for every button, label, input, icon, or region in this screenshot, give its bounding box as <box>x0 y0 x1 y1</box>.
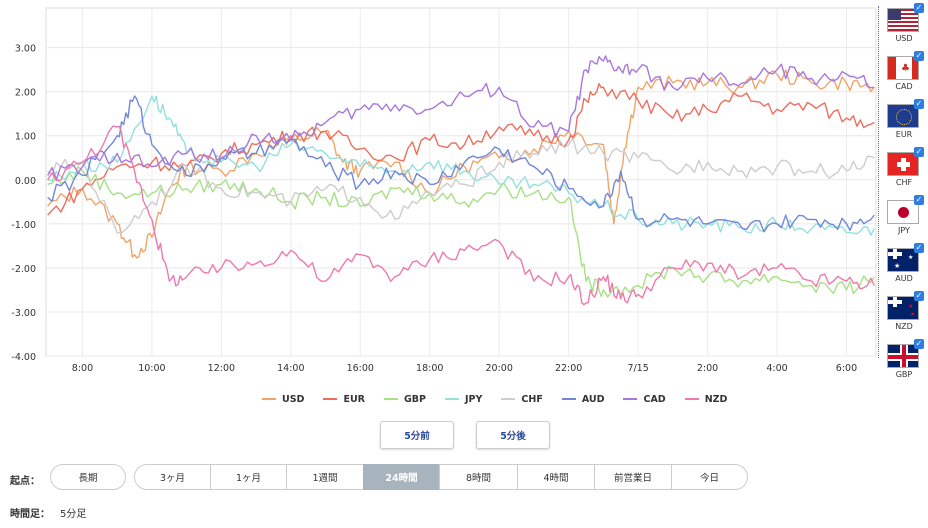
check-icon: ✓ <box>914 291 924 301</box>
check-icon: ✓ <box>914 243 924 253</box>
currency-label: CHF <box>895 178 913 187</box>
legend-label: CHF <box>521 393 543 405</box>
currency-toggle-gbp[interactable]: ✓ GBP <box>887 339 924 379</box>
x-tick-label: 22:00 <box>555 363 582 374</box>
check-icon: ✓ <box>914 51 924 61</box>
y-tick-label: 0.00 <box>15 176 36 187</box>
legend-swatch <box>623 398 638 400</box>
period-button-1w[interactable]: 1週間 <box>286 464 364 490</box>
legend-item-cad[interactable]: CAD <box>623 392 666 406</box>
legend-label: AUD <box>581 393 605 405</box>
currency-label: GBP <box>895 370 913 379</box>
currency-label: JPY <box>898 226 910 235</box>
period-button-8h[interactable]: 8時間 <box>439 464 518 490</box>
prev-5min-button[interactable]: 5分前 <box>380 421 454 449</box>
legend-item-gbp[interactable]: GBP <box>383 392 426 406</box>
legend-label: EUR <box>343 393 365 405</box>
x-tick-label: 20:00 <box>486 363 513 374</box>
currency-label: CAD <box>895 82 913 91</box>
check-icon: ✓ <box>914 195 924 205</box>
currency-toggle-aud[interactable]: ★ ★ ✓ AUD <box>887 243 924 283</box>
legend-item-eur[interactable]: EUR <box>323 392 365 406</box>
check-icon: ✓ <box>914 99 924 109</box>
legend-label: USD <box>282 393 305 405</box>
period-button-4h[interactable]: 4時間 <box>517 464 595 490</box>
legend-item-chf[interactable]: CHF <box>501 392 543 406</box>
y-tick-label: -2.00 <box>11 264 36 275</box>
legend-swatch <box>445 398 459 400</box>
legend-label: CAD <box>643 393 666 405</box>
y-tick-label: 1.00 <box>15 132 36 143</box>
currency-toggle-nzd[interactable]: ★ ★ ✓ NZD <box>887 291 924 331</box>
legend-item-nzd[interactable]: NZD <box>684 392 728 406</box>
period-button-today[interactable]: 今日 <box>671 464 748 490</box>
y-tick-label: -4.00 <box>11 352 36 363</box>
check-icon: ✓ <box>914 147 924 157</box>
x-tick-label: 8:00 <box>72 363 93 374</box>
legend-swatch <box>684 398 699 400</box>
series-line-chf <box>47 137 875 234</box>
x-tick-label: 2:00 <box>697 363 718 374</box>
period-button-1m[interactable]: 1ヶ月 <box>210 464 287 490</box>
y-tick-label: -1.00 <box>11 220 36 231</box>
x-tick-label: 6:00 <box>836 363 857 374</box>
legend-swatch <box>561 398 576 400</box>
legend-swatch <box>323 398 338 400</box>
legend-item-usd[interactable]: USD <box>262 392 304 406</box>
currency-toggle-jpy[interactable]: ✓ JPY <box>887 195 924 235</box>
chart-legend: USD EUR GBP JPY CHF AUD CAD NZD <box>262 392 746 406</box>
legend-label: GBP <box>403 393 426 405</box>
next-5min-button[interactable]: 5分後 <box>476 421 550 449</box>
currency-label: NZD <box>895 322 913 331</box>
series-line-nzd <box>47 125 875 306</box>
currency-toggle-cad[interactable]: ♣ ✓ CAD <box>887 51 924 91</box>
legend-label: NZD <box>704 393 728 405</box>
series-line-usd <box>47 69 875 259</box>
legend-item-aud[interactable]: AUD <box>561 392 605 406</box>
currency-label: USD <box>895 34 913 43</box>
x-tick-label: 12:00 <box>208 363 235 374</box>
y-tick-label: 3.00 <box>15 44 36 55</box>
period-button-24h[interactable]: 24時間 <box>363 464 440 490</box>
check-icon: ✓ <box>914 339 924 349</box>
period-button-prev-business-day[interactable]: 前営業日 <box>594 464 672 490</box>
x-tick-label: 7/15 <box>627 363 648 374</box>
currency-label: AUD <box>895 274 913 283</box>
currency-toggle-eur[interactable]: ✓ EUR <box>887 99 924 139</box>
currency-toggle-usd[interactable]: ✓ USD <box>887 3 924 43</box>
x-tick-label: 10:00 <box>138 363 165 374</box>
currency-panel: ✓ USD ♣ ✓ CAD ✓ EUR ✓ CHF ✓ JPY ★ ★ ✓ AU… <box>878 3 927 379</box>
timeframe-value: 5分足 <box>60 509 87 520</box>
x-tick-label: 18:00 <box>416 363 443 374</box>
timeframe-label: 時間足： <box>10 509 50 520</box>
period-button-long[interactable]: 長期 <box>50 464 126 490</box>
x-tick-label: 14:00 <box>277 363 304 374</box>
legend-label: JPY <box>465 393 483 405</box>
x-tick-label: 16:00 <box>347 363 374 374</box>
strength-chart: 3.00 2.00 1.00 0.00 -1.00 -2.00 -3.00 -4.00 8:00… <box>11 7 877 374</box>
currency-toggle-chf[interactable]: ✓ CHF <box>887 147 924 187</box>
legend-swatch <box>501 398 516 400</box>
start-point-label: 起点： <box>10 476 40 487</box>
legend-swatch <box>262 398 276 400</box>
plot-frame <box>45 7 877 357</box>
y-tick-label: -3.00 <box>11 308 36 319</box>
series-line-cad <box>47 55 875 181</box>
legend-swatch <box>383 398 398 400</box>
currency-label: EUR <box>895 130 913 139</box>
y-tick-label: 2.00 <box>15 88 36 99</box>
legend-item-jpy[interactable]: JPY <box>445 392 482 406</box>
period-button-3m[interactable]: 3ヶ月 <box>134 464 211 490</box>
x-tick-label: 4:00 <box>766 363 787 374</box>
check-icon: ✓ <box>914 3 924 13</box>
